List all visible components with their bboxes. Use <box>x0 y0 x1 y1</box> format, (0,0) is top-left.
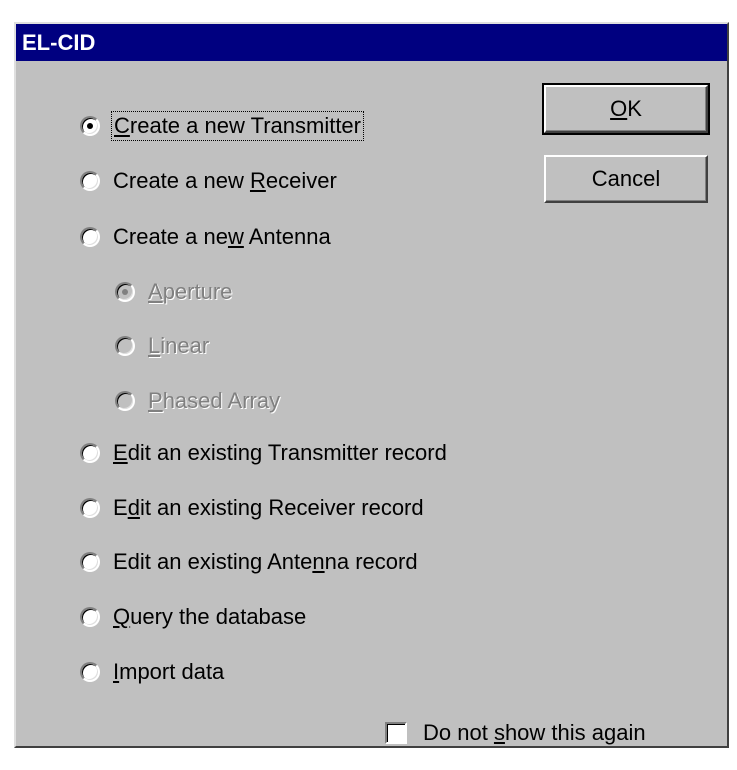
radio-icon[interactable] <box>80 552 100 572</box>
radio-icon[interactable] <box>80 662 100 682</box>
checkbox-icon[interactable] <box>385 722 407 744</box>
radio-icon[interactable] <box>115 336 135 356</box>
radio-icon[interactable] <box>80 443 100 463</box>
option-label: Create a new Transmitter <box>111 111 364 141</box>
option-label: Aperture <box>148 279 233 304</box>
option-label: Query the database <box>113 604 307 629</box>
radio-icon[interactable] <box>80 171 100 191</box>
dialog-window: EL-CID OK Cancel Create a new Transmitte… <box>14 22 729 748</box>
option-edit-receiver[interactable]: Edit an existing Receiver record <box>80 492 424 524</box>
radio-selected-icon[interactable] <box>80 116 100 136</box>
cancel-button[interactable]: Cancel <box>544 155 708 203</box>
option-aperture[interactable]: Aperture <box>115 276 232 308</box>
option-label: Edit an existing Transmitter record <box>113 440 447 465</box>
radio-icon[interactable] <box>80 498 100 518</box>
option-label: Phased Array <box>148 388 281 413</box>
option-new-receiver[interactable]: Create a new Receiver <box>80 165 337 197</box>
option-label: Create a new Antenna <box>113 224 331 249</box>
radio-icon[interactable] <box>80 607 100 627</box>
option-label: Edit an existing Receiver record <box>113 495 424 520</box>
option-edit-antenna[interactable]: Edit an existing Antenna record <box>80 546 418 578</box>
option-import-data[interactable]: Import data <box>80 656 224 688</box>
title-bar: EL-CID <box>16 24 727 61</box>
option-label: Edit an existing Antenna record <box>113 549 418 574</box>
do-not-show-again-checkbox[interactable]: Do not show this again <box>385 717 646 749</box>
window-title: EL-CID <box>22 30 96 55</box>
radio-icon[interactable] <box>80 227 100 247</box>
option-phased-array[interactable]: Phased Array <box>115 385 280 417</box>
option-new-antenna[interactable]: Create a new Antenna <box>80 221 331 253</box>
option-new-transmitter[interactable]: Create a new Transmitter <box>80 110 364 142</box>
option-query-database[interactable]: Query the database <box>80 601 306 633</box>
radio-selected-icon[interactable] <box>115 282 135 302</box>
option-label: Linear <box>148 333 210 358</box>
option-edit-transmitter[interactable]: Edit an existing Transmitter record <box>80 437 447 469</box>
option-label: Import data <box>113 659 225 684</box>
option-linear[interactable]: Linear <box>115 330 209 362</box>
radio-icon[interactable] <box>115 391 135 411</box>
ok-button[interactable]: OK <box>542 83 710 135</box>
option-label: Create a new Receiver <box>113 168 337 193</box>
checkbox-label: Do not show this again <box>423 720 646 745</box>
